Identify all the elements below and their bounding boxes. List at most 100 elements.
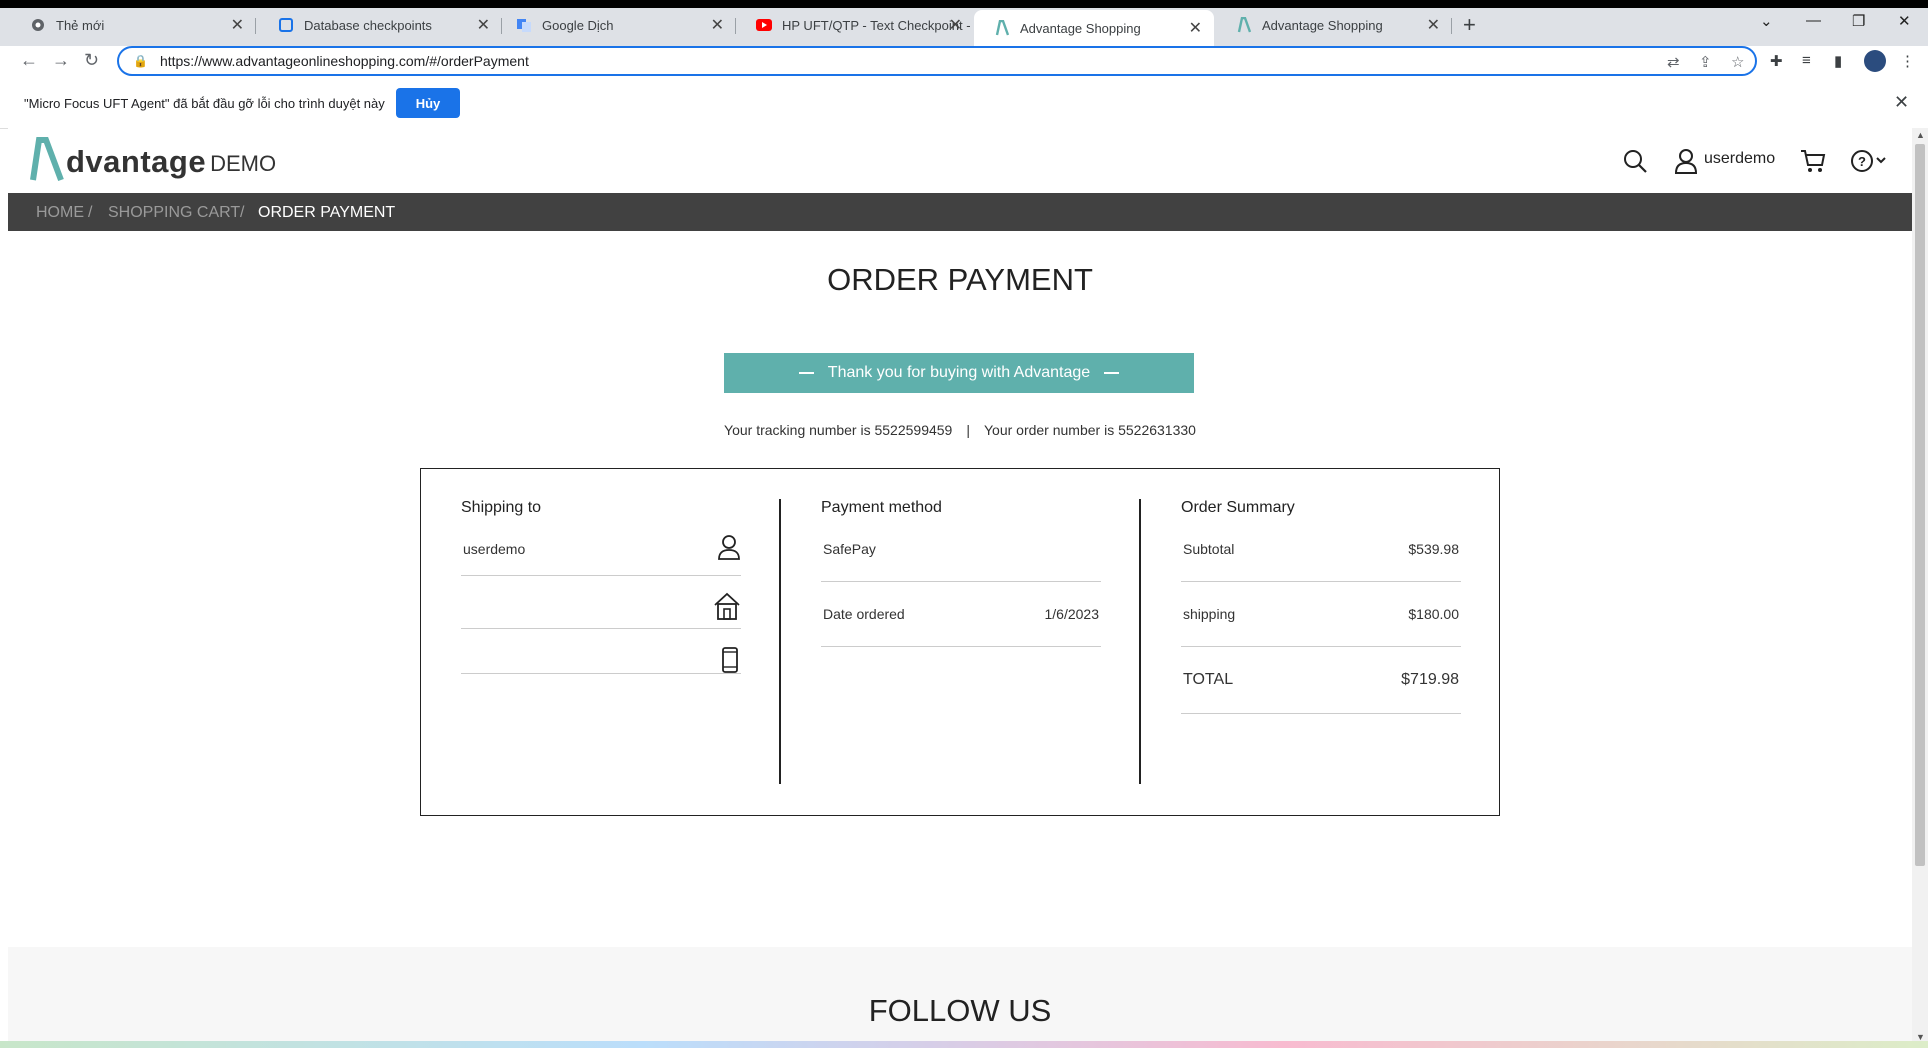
translate-icon[interactable]: ⇄ xyxy=(1667,53,1680,71)
shipping-phone-row xyxy=(461,629,741,674)
close-tab-icon[interactable]: ✕ xyxy=(477,15,490,35)
subtotal-value: $539.98 xyxy=(1408,541,1459,557)
chrome-menu-icon[interactable]: ⋮ xyxy=(1900,52,1915,70)
total-label: TOTAL xyxy=(1183,671,1234,688)
url-text: https://www.advantageonlineshopping.com/… xyxy=(159,53,529,69)
address-bar[interactable]: 🔒 https://www.advantageonlineshopping.co… xyxy=(117,46,1757,76)
breadcrumb-home[interactable]: HOME xyxy=(36,204,84,222)
shipping-column: Shipping to userdemo xyxy=(461,499,741,674)
breadcrumb-separator: / xyxy=(88,204,93,221)
tab-youtube[interactable]: HP UFT/QTP - Text Checkpoint - ✕ xyxy=(736,10,974,40)
advantage-icon xyxy=(1236,17,1252,33)
tab-strip: Thẻ mới ✕ Database checkpoints ✕ Google … xyxy=(0,0,1928,46)
lock-icon: 🔒 xyxy=(133,54,148,68)
shipping-heading: Shipping to xyxy=(461,499,542,516)
reload-icon[interactable]: ↻ xyxy=(84,50,99,71)
tab-label: HP UFT/QTP - Text Checkpoint - xyxy=(782,17,971,33)
order-details-card: Shipping to userdemo Payment method Safe… xyxy=(420,468,1500,816)
logo-demo: DEMO xyxy=(210,151,277,176)
close-window-icon[interactable]: ✕ xyxy=(1898,12,1911,30)
tab-label: Advantage Shopping xyxy=(1262,17,1383,33)
new-tab-button[interactable]: + xyxy=(1463,12,1476,38)
close-tab-icon[interactable]: ✕ xyxy=(231,15,244,35)
shipping-cost-label: shipping xyxy=(1183,606,1236,622)
user-icon[interactable] xyxy=(1674,148,1698,174)
share-icon[interactable]: ⇪ xyxy=(1699,53,1712,71)
tab-new-tab[interactable]: Thẻ mới ✕ xyxy=(10,10,256,40)
summary-column: Order Summary Subtotal $539.98 shipping … xyxy=(1181,499,1461,714)
extensions-icon[interactable]: ✚ xyxy=(1770,52,1783,70)
tab-advantage-shopping-active[interactable]: Advantage Shopping ✕ xyxy=(974,10,1214,46)
breadcrumb-order-payment: ORDER PAYMENT xyxy=(258,204,396,221)
date-ordered-label: Date ordered xyxy=(823,606,905,622)
payment-method-row: SafePay xyxy=(821,531,1101,582)
tab-label: Database checkpoints xyxy=(304,17,432,33)
tab-database-checkpoints[interactable]: Database checkpoints ✕ xyxy=(258,10,502,40)
tab-advantage-shopping[interactable]: Advantage Shopping ✕ xyxy=(1216,10,1452,40)
phone-icon xyxy=(722,647,738,673)
summary-heading: Order Summary xyxy=(1181,499,1295,516)
payment-column: Payment method SafePay Date ordered 1/6/… xyxy=(821,499,1101,647)
cart-icon[interactable] xyxy=(1800,148,1826,174)
forward-icon[interactable]: → xyxy=(52,50,70,71)
site-logo[interactable]: dvantage DEMO xyxy=(30,136,276,182)
home-icon xyxy=(714,592,740,620)
back-icon[interactable]: ← xyxy=(20,50,38,71)
header-username[interactable]: userdemo xyxy=(1704,150,1775,168)
total-value: $719.98 xyxy=(1401,671,1459,688)
breadcrumb-separator: / xyxy=(240,204,245,221)
column-divider xyxy=(1139,499,1141,784)
tab-label: Google Dịch xyxy=(542,17,614,33)
search-icon[interactable] xyxy=(1622,148,1648,174)
page-title: ORDER PAYMENT xyxy=(827,262,1093,297)
profile-avatar[interactable] xyxy=(1864,50,1886,72)
person-icon xyxy=(718,535,740,560)
vertical-scrollbar[interactable]: ▲ ▼ xyxy=(1912,128,1928,1048)
infobar-message: "Micro Focus UFT Agent" đã bắt đầu gỡ lỗ… xyxy=(24,96,385,111)
cancel-debug-button[interactable]: Hủy xyxy=(396,88,460,118)
tab-google-translate[interactable]: Google Dịch ✕ xyxy=(496,10,736,40)
reading-list-icon[interactable]: ≡ xyxy=(1802,52,1811,69)
shipping-name: userdemo xyxy=(463,541,526,557)
tab-label: Advantage Shopping xyxy=(1020,20,1141,36)
bookmark-star-icon[interactable]: ☆ xyxy=(1731,53,1744,71)
help-icon[interactable]: ? xyxy=(1850,148,1890,174)
tab-search-icon[interactable]: ⌄ xyxy=(1760,12,1773,30)
payment-method: SafePay xyxy=(823,541,876,557)
tracking-number: Your tracking number is 5522599459 xyxy=(724,422,953,438)
breadcrumb-shopping-cart[interactable]: SHOPPING CART xyxy=(108,204,240,222)
column-divider xyxy=(779,499,781,784)
youtube-icon xyxy=(756,17,772,33)
thank-you-text: Thank you for buying with Advantage xyxy=(827,364,1091,381)
svg-text:?: ? xyxy=(1858,154,1866,169)
shipping-address-row xyxy=(461,576,741,629)
close-tab-icon[interactable]: ✕ xyxy=(1427,15,1440,35)
web-page: dvantage DEMO userdemo ? HOME / SHOPPING… xyxy=(8,128,1912,1048)
thank-you-banner: Thank you for buying with Advantage xyxy=(724,353,1194,393)
close-infobar-icon[interactable]: ✕ xyxy=(1894,92,1909,113)
subtotal-label: Subtotal xyxy=(1183,541,1235,557)
follow-us-heading: FOLLOW US xyxy=(868,993,1052,1028)
side-panel-icon[interactable]: ▮ xyxy=(1834,52,1842,70)
tracking-info: Your tracking number is 5522599459 | Your … xyxy=(724,422,1196,438)
close-tab-icon[interactable]: ✕ xyxy=(1189,18,1202,38)
browser-toolbar: ← → ↻ 🔒 https://www.advantageonlineshopp… xyxy=(0,46,1928,80)
page-icon xyxy=(278,17,294,33)
tab-label: Thẻ mới xyxy=(56,17,105,33)
restore-icon[interactable]: ❐ xyxy=(1852,12,1865,30)
browser-window: Thẻ mới ✕ Database checkpoints ✕ Google … xyxy=(0,0,1928,1048)
date-ordered-row: Date ordered 1/6/2023 xyxy=(821,582,1101,647)
order-number: Your order number is 5522631330 xyxy=(983,422,1196,438)
breadcrumb: HOME / SHOPPING CART / ORDER PAYMENT xyxy=(8,193,1912,231)
advantage-logo-mark xyxy=(30,137,64,182)
shipping-name-row: userdemo xyxy=(461,531,741,576)
close-tab-icon[interactable]: ✕ xyxy=(711,15,724,35)
total-row: TOTAL $719.98 xyxy=(1181,647,1461,714)
google-translate-icon xyxy=(516,17,532,33)
debug-infobar: "Micro Focus UFT Agent" đã bắt đầu gỡ lỗ… xyxy=(0,80,1928,129)
logo-word: dvantage xyxy=(66,144,207,179)
scrollbar-thumb[interactable] xyxy=(1915,144,1925,866)
footer: FOLLOW US xyxy=(8,947,1912,1048)
close-tab-icon[interactable]: ✕ xyxy=(949,15,962,35)
minimize-icon[interactable]: — xyxy=(1806,12,1821,29)
